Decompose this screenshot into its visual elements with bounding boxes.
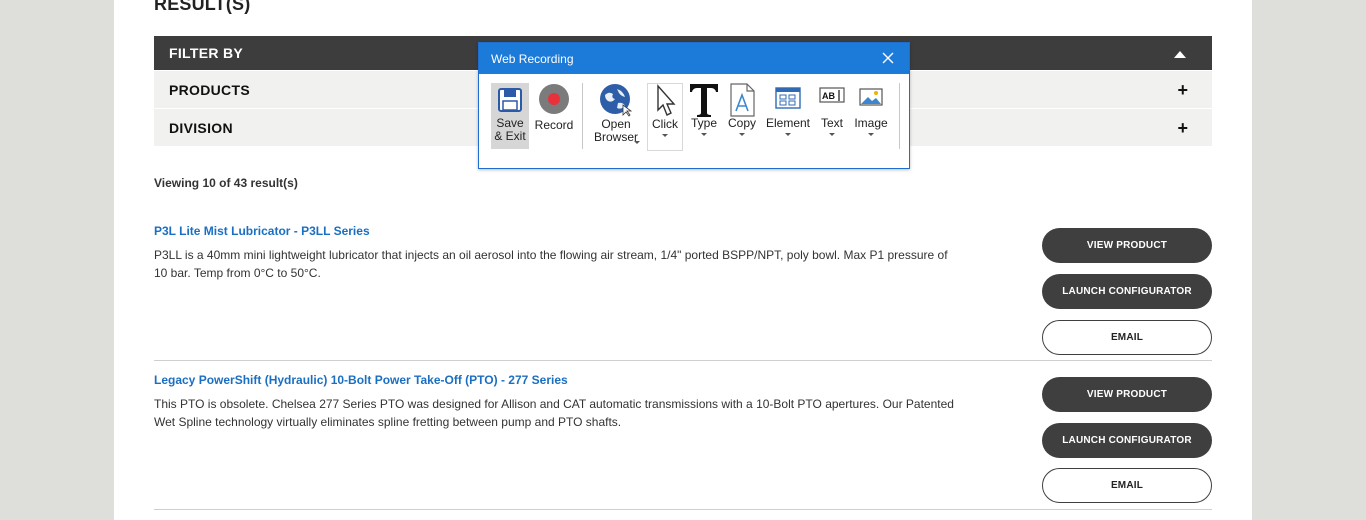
text-button[interactable]: AB Text bbox=[816, 83, 848, 136]
open-browser-button[interactable]: Open Browser bbox=[591, 83, 641, 144]
copy-document-icon bbox=[730, 83, 755, 117]
click-button[interactable]: Click bbox=[647, 83, 683, 151]
toolbar-separator bbox=[899, 83, 900, 149]
filter-division-label: DIVISION bbox=[169, 119, 233, 136]
image-picture-icon bbox=[859, 88, 883, 106]
copy-label: Copy bbox=[727, 116, 756, 130]
text-label: Text bbox=[820, 116, 843, 130]
dropdown-arrow-icon[interactable] bbox=[868, 133, 874, 136]
svg-text:AB: AB bbox=[822, 91, 835, 101]
save-icon bbox=[498, 88, 522, 112]
dialog-titlebar[interactable]: Web Recording bbox=[479, 43, 909, 74]
filter-products-label: PRODUCTS bbox=[169, 81, 250, 98]
text-field-icon: AB bbox=[819, 87, 845, 103]
results-count: Viewing 10 of 43 result(s) bbox=[154, 176, 298, 190]
product-item: P3L Lite Mist Lubricator - P3LL Series P… bbox=[154, 224, 1212, 360]
filter-by-label: FILTER BY bbox=[169, 45, 243, 61]
product-description: P3LL is a 40mm mini lightweight lubricat… bbox=[154, 248, 948, 280]
expand-plus-icon[interactable]: + bbox=[1177, 81, 1188, 99]
expand-plus-icon[interactable]: + bbox=[1177, 119, 1188, 137]
save-exit-button[interactable]: Save & Exit bbox=[491, 83, 529, 149]
view-product-button[interactable]: VIEW PRODUCT bbox=[1042, 228, 1212, 263]
element-button[interactable]: Element bbox=[764, 83, 812, 136]
element-label: Element bbox=[765, 116, 811, 130]
divider bbox=[154, 509, 1212, 510]
element-window-icon bbox=[775, 87, 801, 109]
image-label: Image bbox=[854, 116, 888, 130]
product-title-link[interactable]: Legacy PowerShift (Hydraulic) 10-Bolt Po… bbox=[154, 373, 568, 387]
dropdown-arrow-icon[interactable] bbox=[739, 133, 745, 136]
copy-button[interactable]: Copy bbox=[725, 83, 759, 136]
save-exit-label: Save & Exit bbox=[494, 116, 526, 143]
record-label: Record bbox=[534, 118, 574, 132]
collapse-caret-icon[interactable] bbox=[1174, 51, 1186, 58]
record-button[interactable]: Record bbox=[534, 83, 574, 132]
globe-icon bbox=[600, 84, 633, 117]
dropdown-arrow-icon[interactable] bbox=[785, 133, 791, 136]
click-label: Click bbox=[652, 117, 678, 131]
product-description: This PTO is obsolete. Chelsea 277 Series… bbox=[154, 397, 954, 429]
web-recording-dialog: Web Recording Save & Exit Record Open Br… bbox=[478, 42, 910, 169]
dropdown-arrow-icon[interactable] bbox=[634, 141, 640, 144]
launch-configurator-button[interactable]: LAUNCH CONFIGURATOR bbox=[1042, 274, 1212, 309]
dialog-title: Web Recording bbox=[491, 52, 574, 66]
view-product-button[interactable]: VIEW PRODUCT bbox=[1042, 377, 1212, 412]
record-icon bbox=[539, 84, 569, 114]
dropdown-arrow-icon[interactable] bbox=[701, 133, 707, 136]
launch-configurator-button[interactable]: LAUNCH CONFIGURATOR bbox=[1042, 423, 1212, 458]
product-title-link[interactable]: P3L Lite Mist Lubricator - P3LL Series bbox=[154, 224, 370, 238]
toolbar-separator bbox=[582, 83, 583, 149]
type-label: Type bbox=[690, 116, 717, 130]
dropdown-arrow-icon[interactable] bbox=[829, 133, 835, 136]
divider bbox=[154, 360, 1212, 361]
type-text-icon bbox=[690, 84, 718, 117]
email-button[interactable]: EMAIL bbox=[1042, 468, 1212, 503]
close-icon[interactable] bbox=[881, 51, 895, 65]
email-button[interactable]: EMAIL bbox=[1042, 320, 1212, 355]
type-button[interactable]: Type bbox=[687, 83, 721, 136]
cursor-icon bbox=[657, 84, 676, 116]
image-button[interactable]: Image bbox=[851, 83, 891, 136]
dropdown-arrow-icon[interactable] bbox=[662, 134, 668, 137]
results-heading: RESULT(S) bbox=[154, 0, 251, 14]
product-item: Legacy PowerShift (Hydraulic) 10-Bolt Po… bbox=[154, 373, 1212, 509]
